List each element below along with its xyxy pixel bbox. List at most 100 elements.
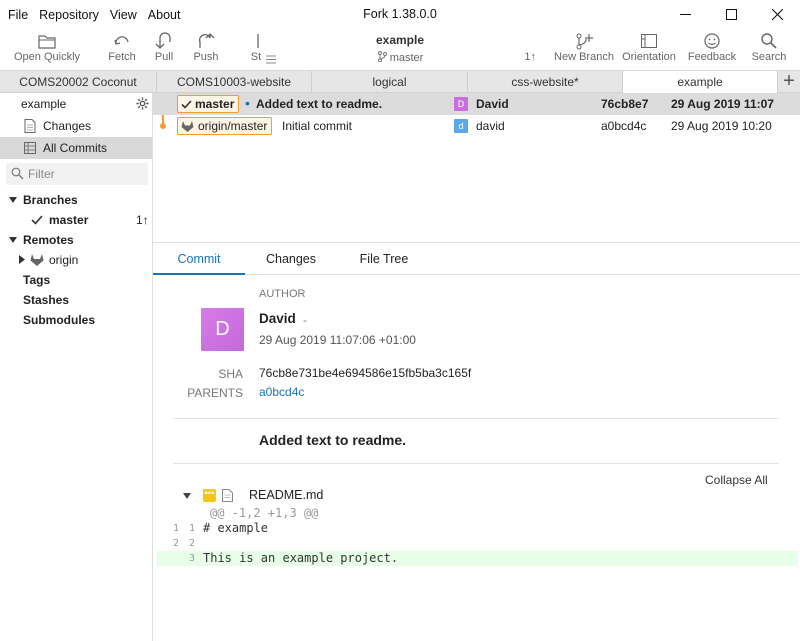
author-date: 29 Aug 2019 11:07:06 +01:00 xyxy=(259,333,416,347)
menu-about[interactable]: About xyxy=(148,8,181,22)
search-icon xyxy=(761,33,777,49)
sidebar-section-remotes[interactable]: Remotes xyxy=(0,229,152,251)
branch-label-master[interactable]: master xyxy=(177,95,240,113)
diff-line: 1 1 # example xyxy=(157,521,798,536)
commit-message-full: Added text to readme. xyxy=(259,432,407,448)
fetch-icon xyxy=(114,36,129,45)
author-avatar: D xyxy=(454,97,468,111)
ahead-count: 1↑ xyxy=(524,51,536,63)
minimize-button[interactable] xyxy=(662,0,708,29)
smiley-icon xyxy=(704,33,720,49)
push-button[interactable]: Push xyxy=(188,29,224,70)
chevron-down-icon xyxy=(183,493,191,499)
commit-date: 29 Aug 2019 10:20 xyxy=(671,119,772,133)
repository-selector[interactable]: example master 1↑ xyxy=(262,29,538,70)
detail-tabs: Commit Changes File Tree xyxy=(153,243,800,275)
tab-changes[interactable]: Changes xyxy=(253,243,329,275)
line-text: This is an example project. xyxy=(203,551,399,565)
tab-coms20002-coconut[interactable]: COMS20002 Coconut xyxy=(0,71,157,93)
chevron-right-icon xyxy=(19,255,25,264)
checkmark-icon xyxy=(181,99,192,109)
tab-commit[interactable]: Commit xyxy=(153,243,245,275)
collapse-all-button[interactable]: Collapse All xyxy=(705,473,768,487)
search-button[interactable]: Search xyxy=(748,29,790,70)
fetch-button[interactable]: Fetch xyxy=(102,29,142,70)
close-icon xyxy=(771,9,783,20)
parents-label: PARENTS xyxy=(187,386,243,400)
maximize-icon xyxy=(725,9,737,20)
author-avatar-large: D xyxy=(201,308,244,351)
sidebar-section-branches[interactable]: Branches xyxy=(0,189,152,211)
plus-icon: + xyxy=(783,70,795,92)
file-header[interactable]: ••• README.md xyxy=(183,488,423,504)
close-button[interactable] xyxy=(754,0,800,29)
author-avatar: d xyxy=(454,119,468,133)
sidebar-item-branch-master[interactable]: master 1↑ xyxy=(0,209,152,231)
sha-label: SHA xyxy=(218,367,243,381)
sidebar-section-submodules[interactable]: Submodules xyxy=(0,309,152,331)
modified-badge-icon: ••• xyxy=(203,489,216,502)
diff-hunk-header: @@ -1,2 +1,3 @@ xyxy=(157,506,798,521)
new-line-number: 1 xyxy=(188,523,195,534)
orientation-label: Orientation xyxy=(622,51,676,63)
grid-icon xyxy=(24,142,36,154)
commit-author: david xyxy=(476,119,505,133)
chevron-down-icon xyxy=(9,197,17,203)
open-quickly-button[interactable]: Open Quickly xyxy=(10,29,84,70)
tab-coms10003-website[interactable]: COMS10003-website xyxy=(157,71,312,93)
tab-file-tree[interactable]: File Tree xyxy=(347,243,421,275)
sidebar-remotes-label: Remotes xyxy=(23,233,74,247)
menu-repository[interactable]: Repository xyxy=(39,8,99,22)
divider xyxy=(173,418,779,419)
tab-logical[interactable]: logical xyxy=(312,71,468,93)
sidebar-item-changes[interactable]: Changes xyxy=(0,115,152,137)
sidebar-section-tags[interactable]: Tags xyxy=(0,269,152,291)
gear-icon[interactable] xyxy=(136,97,149,110)
sidebar-item-remote-origin[interactable]: origin xyxy=(0,249,152,271)
divider xyxy=(173,463,779,464)
commit-sha: a0bcd4c xyxy=(601,119,647,133)
sidebar-repo-name: example xyxy=(21,97,67,111)
search-icon xyxy=(11,167,24,180)
commit-message: Initial commit xyxy=(282,119,353,133)
commit-row[interactable]: origin/master Initial commit d david a0b… xyxy=(153,115,800,137)
title-bar: File Repository View About Fork 1.38.0.0 xyxy=(0,0,800,29)
orientation-button[interactable]: Orientation xyxy=(620,29,678,70)
new-branch-button[interactable]: New Branch xyxy=(552,29,616,70)
sidebar-item-changes-label: Changes xyxy=(43,119,92,133)
sidebar-branches-label: Branches xyxy=(23,193,78,207)
new-branch-label: New Branch xyxy=(554,51,614,63)
parent-sha-link[interactable]: a0bcd4c xyxy=(259,385,304,399)
branch-label-origin-master-text: origin/master xyxy=(198,119,268,133)
filter-input[interactable]: Filter xyxy=(6,163,148,185)
tab-example[interactable]: example xyxy=(623,71,778,93)
tab-css-website[interactable]: css-website* xyxy=(468,71,623,93)
feedback-button[interactable]: Feedback xyxy=(686,29,738,70)
gitlab-icon xyxy=(30,254,44,266)
branch-label-master-text: master xyxy=(195,97,235,111)
commit-full-sha: 76cb8e731be4e694586e15fb5ba3c165f xyxy=(259,366,472,380)
menu-view[interactable]: View xyxy=(110,8,137,22)
minimize-icon xyxy=(679,14,691,15)
remote-origin-label: origin xyxy=(49,253,79,267)
add-tab-button[interactable]: + xyxy=(778,71,800,93)
file-icon xyxy=(222,489,233,502)
checkmark-icon xyxy=(31,215,43,225)
old-line-number: 2 xyxy=(172,538,179,549)
maximize-button[interactable] xyxy=(708,0,754,29)
orientation-icon xyxy=(641,34,657,48)
push-label: Push xyxy=(193,51,219,63)
new-line-number: 2 xyxy=(188,538,195,549)
pull-icon xyxy=(155,32,171,49)
pull-button[interactable]: Pull xyxy=(147,29,181,70)
sidebar-section-stashes[interactable]: Stashes xyxy=(0,289,152,311)
commit-message: Added text to readme. xyxy=(256,97,383,111)
folder-icon xyxy=(38,35,56,49)
sidebar-item-all-commits[interactable]: All Commits xyxy=(0,137,152,159)
chevron-down-icon xyxy=(9,237,17,243)
current-branch: master xyxy=(262,51,538,64)
sidebar-repo-header: example xyxy=(0,93,152,115)
menu-file[interactable]: File xyxy=(8,8,28,22)
branch-label-origin-master[interactable]: origin/master xyxy=(177,117,273,135)
commit-row[interactable]: master • Added text to readme. D David 7… xyxy=(153,93,800,115)
